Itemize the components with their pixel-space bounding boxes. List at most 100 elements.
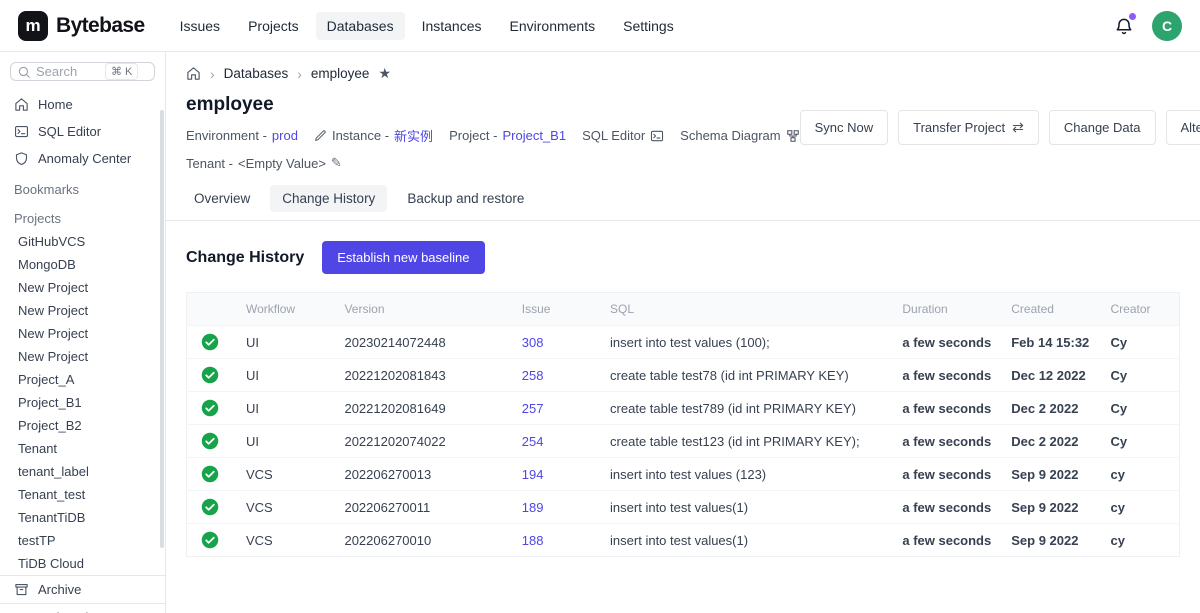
- instance-meta: Instance - 新实例: [314, 126, 433, 145]
- table-row[interactable]: UI 20221202081649 257 create table test7…: [187, 392, 1180, 425]
- tab-backup-restore[interactable]: Backup and restore: [395, 185, 536, 212]
- creator-cell: cy: [1100, 458, 1179, 491]
- sidebar-item-home[interactable]: Home: [0, 91, 165, 118]
- sidebar-project-item[interactable]: GitHubVCS: [0, 230, 165, 253]
- creator-cell: cy: [1100, 524, 1179, 557]
- sidebar-project-item[interactable]: Tenant: [0, 437, 165, 460]
- sidebar-project-item[interactable]: testTP: [0, 529, 165, 552]
- user-avatar[interactable]: C: [1152, 11, 1182, 41]
- sidebar-scrollbar[interactable]: [160, 110, 164, 548]
- schema-diagram-label: Schema Diagram: [680, 128, 780, 143]
- notification-bell-icon[interactable]: [1114, 16, 1134, 36]
- table-row[interactable]: VCS 202206270013 194 insert into test va…: [187, 458, 1180, 491]
- alter-schema-label: Alter Schema: [1181, 120, 1200, 135]
- sidebar-project-item[interactable]: Project_B2: [0, 414, 165, 437]
- sidebar-project-item[interactable]: tenant_label: [0, 460, 165, 483]
- workflow-cell: VCS: [236, 491, 335, 524]
- sidebar-project-item[interactable]: TiDB Cloud: [0, 552, 165, 575]
- creator-cell: Cy: [1100, 359, 1179, 392]
- sidebar-item-enterprise-plan[interactable]: Enterprise Plan: [0, 604, 165, 613]
- top-nav-item[interactable]: Instances: [411, 12, 493, 40]
- issue-link[interactable]: 189: [522, 500, 544, 515]
- table-row[interactable]: UI 20221202081843 258 create table test7…: [187, 359, 1180, 392]
- bytebase-logo[interactable]: m Bytebase: [18, 11, 145, 41]
- transfer-project-button[interactable]: Transfer Project ⇄: [898, 110, 1039, 145]
- environment-link[interactable]: prod: [272, 128, 298, 143]
- sidebar-project-item[interactable]: Project_B1: [0, 391, 165, 414]
- main-content: › Databases › employee ★ employee Enviro…: [166, 52, 1200, 613]
- archive-icon: [14, 582, 29, 597]
- breadcrumb: › Databases › employee ★: [166, 52, 1200, 88]
- workflow-cell: UI: [236, 392, 335, 425]
- table-row[interactable]: UI 20221202074022 254 create table test1…: [187, 425, 1180, 458]
- creator-cell: Cy: [1100, 425, 1179, 458]
- tab-bar: Overview Change History Backup and resto…: [166, 171, 1200, 221]
- sidebar-project-item[interactable]: New Project: [0, 276, 165, 299]
- sidebar-item-archive[interactable]: Archive: [0, 576, 165, 603]
- sql-cell: create table test123 (id int PRIMARY KEY…: [600, 425, 892, 458]
- top-nav-item[interactable]: Settings: [612, 12, 685, 40]
- sync-now-button[interactable]: Sync Now: [800, 110, 889, 145]
- change-history-section: Change History Establish new baseline Wo…: [166, 221, 1200, 577]
- workflow-cell: UI: [236, 326, 335, 359]
- sidebar-item-anomaly-center[interactable]: Anomaly Center: [0, 145, 165, 172]
- created-cell: Dec 2 2022: [1001, 392, 1100, 425]
- sidebar-project-item[interactable]: Project_A: [0, 368, 165, 391]
- issue-link[interactable]: 257: [522, 401, 544, 416]
- edit-pencil-icon[interactable]: ✎: [331, 155, 342, 171]
- top-nav-item[interactable]: Environments: [499, 12, 607, 40]
- issue-cell: 188: [512, 524, 600, 557]
- top-nav-item[interactable]: Projects: [237, 12, 310, 40]
- brand-name: Bytebase: [56, 14, 145, 38]
- change-data-label: Change Data: [1064, 120, 1141, 135]
- breadcrumb-employee[interactable]: employee: [311, 66, 370, 81]
- change-data-button[interactable]: Change Data: [1049, 110, 1156, 145]
- home-icon: [14, 97, 29, 112]
- top-nav-item[interactable]: Issues: [169, 12, 231, 40]
- search-box[interactable]: ⌘ K: [10, 62, 155, 81]
- sidebar-item-sql-editor[interactable]: SQL Editor: [0, 118, 165, 145]
- sidebar-project-item[interactable]: MongoDB: [0, 253, 165, 276]
- terminal-icon: [650, 129, 664, 143]
- success-check-icon: [201, 366, 226, 384]
- issue-cell: 254: [512, 425, 600, 458]
- issue-link[interactable]: 258: [522, 368, 544, 383]
- top-nav-item[interactable]: Databases: [316, 12, 405, 40]
- sql-cell: create table test78 (id int PRIMARY KEY): [600, 359, 892, 392]
- column-header: Creator: [1100, 293, 1179, 326]
- issue-link[interactable]: 188: [522, 533, 544, 548]
- instance-engine-icon: [314, 129, 327, 142]
- creator-cell: Cy: [1100, 326, 1179, 359]
- instance-link[interactable]: 新实例: [394, 126, 433, 145]
- sidebar-project-item[interactable]: Tenant_test: [0, 483, 165, 506]
- sidebar-project-item[interactable]: TenantTiDB: [0, 506, 165, 529]
- issue-link[interactable]: 194: [522, 467, 544, 482]
- project-link[interactable]: Project_B1: [502, 128, 566, 143]
- breadcrumb-home-icon[interactable]: [186, 66, 201, 81]
- sql-editor-shortcut[interactable]: SQL Editor: [582, 128, 664, 143]
- tab-overview[interactable]: Overview: [182, 185, 262, 212]
- issue-link[interactable]: 308: [522, 335, 544, 350]
- establish-baseline-button[interactable]: Establish new baseline: [322, 241, 484, 274]
- search-icon: [17, 65, 31, 79]
- issue-link[interactable]: 254: [522, 434, 544, 449]
- sidebar-project-item[interactable]: New Project: [0, 322, 165, 345]
- duration-cell: a few seconds: [892, 326, 1001, 359]
- table-row[interactable]: VCS 202206270010 188 insert into test va…: [187, 524, 1180, 557]
- sidebar-project-item[interactable]: New Project: [0, 299, 165, 322]
- table-row[interactable]: VCS 202206270011 189 insert into test va…: [187, 491, 1180, 524]
- schema-diagram-shortcut[interactable]: Schema Diagram: [680, 128, 799, 143]
- breadcrumb-databases[interactable]: Databases: [224, 66, 289, 81]
- tab-change-history[interactable]: Change History: [270, 185, 387, 212]
- sidebar-project-item[interactable]: New Project: [0, 345, 165, 368]
- table-row[interactable]: UI 20230214072448 308 insert into test v…: [187, 326, 1180, 359]
- created-cell: Sep 9 2022: [1001, 458, 1100, 491]
- alter-schema-button[interactable]: Alter Schema: [1166, 110, 1200, 145]
- success-check-icon: [201, 399, 226, 417]
- created-cell: Feb 14 15:32: [1001, 326, 1100, 359]
- duration-cell: a few seconds: [892, 458, 1001, 491]
- bookmark-star-icon[interactable]: ★: [378, 65, 391, 82]
- search-input[interactable]: [36, 64, 100, 79]
- issue-cell: 257: [512, 392, 600, 425]
- notification-dot: [1129, 13, 1136, 20]
